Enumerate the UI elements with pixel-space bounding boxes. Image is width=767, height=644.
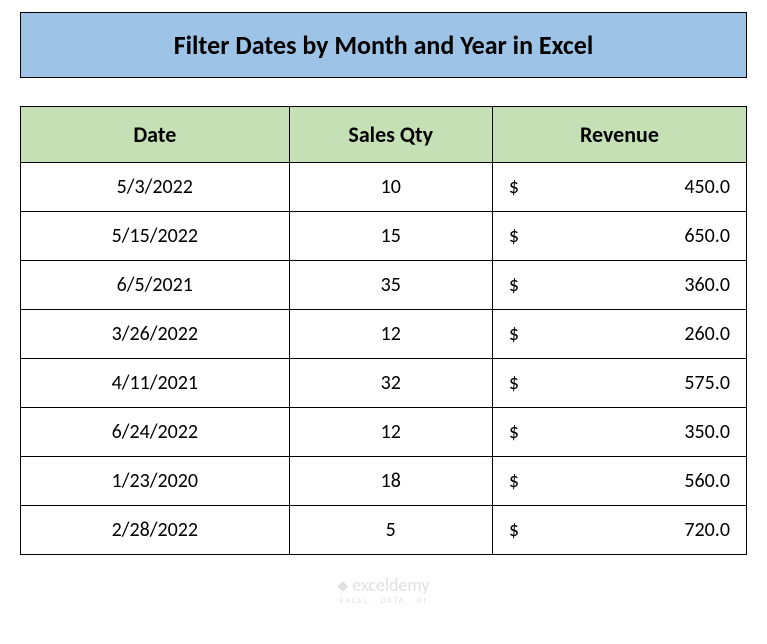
cell-revenue: $720.0 bbox=[492, 506, 746, 555]
cell-date: 5/15/2022 bbox=[21, 212, 290, 261]
watermark-icon: ◆ bbox=[337, 577, 348, 594]
cell-qty: 12 bbox=[289, 408, 492, 457]
header-qty: Sales Qty bbox=[289, 107, 492, 163]
watermark-subtext: EXCEL · DATA · BI bbox=[337, 596, 429, 606]
table-row: 3/26/202212$260.0 bbox=[21, 310, 747, 359]
revenue-amount: 560.0 bbox=[684, 469, 730, 493]
cell-qty: 32 bbox=[289, 359, 492, 408]
currency-symbol: $ bbox=[509, 273, 519, 297]
table-row: 6/5/202135$360.0 bbox=[21, 261, 747, 310]
cell-revenue: $350.0 bbox=[492, 408, 746, 457]
currency-symbol: $ bbox=[509, 420, 519, 444]
watermark-text: exceldemy bbox=[352, 574, 429, 596]
revenue-amount: 350.0 bbox=[684, 420, 730, 444]
cell-date: 4/11/2021 bbox=[21, 359, 290, 408]
table-row: 5/15/202215$650.0 bbox=[21, 212, 747, 261]
cell-revenue: $360.0 bbox=[492, 261, 746, 310]
header-date: Date bbox=[21, 107, 290, 163]
cell-revenue: $560.0 bbox=[492, 457, 746, 506]
data-table: Date Sales Qty Revenue 5/3/202210$450.05… bbox=[20, 106, 747, 555]
cell-revenue: $450.0 bbox=[492, 163, 746, 212]
table-row: 1/23/202018$560.0 bbox=[21, 457, 747, 506]
revenue-amount: 450.0 bbox=[684, 175, 730, 199]
revenue-amount: 720.0 bbox=[684, 518, 730, 542]
page-title: Filter Dates by Month and Year in Excel bbox=[20, 12, 747, 78]
table-row: 6/24/202212$350.0 bbox=[21, 408, 747, 457]
cell-qty: 35 bbox=[289, 261, 492, 310]
cell-qty: 5 bbox=[289, 506, 492, 555]
currency-symbol: $ bbox=[509, 322, 519, 346]
revenue-amount: 360.0 bbox=[684, 273, 730, 297]
currency-symbol: $ bbox=[509, 518, 519, 542]
watermark: ◆ exceldemy EXCEL · DATA · BI bbox=[337, 574, 429, 606]
cell-date: 1/23/2020 bbox=[21, 457, 290, 506]
header-revenue: Revenue bbox=[492, 107, 746, 163]
cell-qty: 18 bbox=[289, 457, 492, 506]
cell-qty: 12 bbox=[289, 310, 492, 359]
cell-revenue: $650.0 bbox=[492, 212, 746, 261]
table-body: 5/3/202210$450.05/15/202215$650.06/5/202… bbox=[21, 163, 747, 555]
revenue-amount: 650.0 bbox=[684, 224, 730, 248]
table-row: 5/3/202210$450.0 bbox=[21, 163, 747, 212]
cell-qty: 10 bbox=[289, 163, 492, 212]
table-row: 4/11/202132$575.0 bbox=[21, 359, 747, 408]
cell-date: 6/5/2021 bbox=[21, 261, 290, 310]
cell-revenue: $575.0 bbox=[492, 359, 746, 408]
cell-date: 2/28/2022 bbox=[21, 506, 290, 555]
cell-date: 3/26/2022 bbox=[21, 310, 290, 359]
table-row: 2/28/20225$720.0 bbox=[21, 506, 747, 555]
cell-revenue: $260.0 bbox=[492, 310, 746, 359]
table-header-row: Date Sales Qty Revenue bbox=[21, 107, 747, 163]
revenue-amount: 260.0 bbox=[684, 322, 730, 346]
currency-symbol: $ bbox=[509, 371, 519, 395]
currency-symbol: $ bbox=[509, 469, 519, 493]
cell-date: 5/3/2022 bbox=[21, 163, 290, 212]
currency-symbol: $ bbox=[509, 175, 519, 199]
currency-symbol: $ bbox=[509, 224, 519, 248]
cell-qty: 15 bbox=[289, 212, 492, 261]
cell-date: 6/24/2022 bbox=[21, 408, 290, 457]
revenue-amount: 575.0 bbox=[684, 371, 730, 395]
